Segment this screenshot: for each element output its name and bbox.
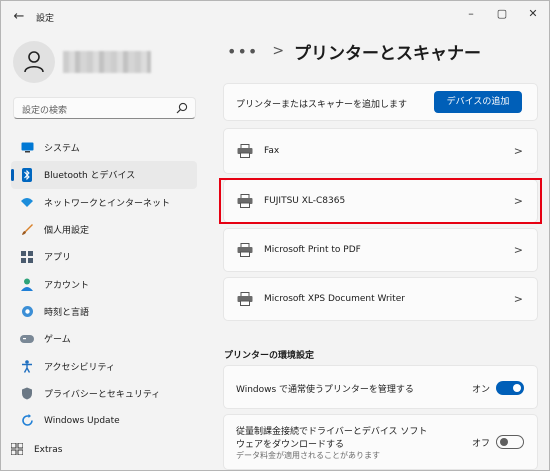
sidebar-item-time-language[interactable]: 時刻と言語 [11,298,197,325]
sidebar-item-bluetooth[interactable]: Bluetooth とデバイス [11,161,197,189]
maximize-icon[interactable]: ▢ [487,5,517,23]
add-printer-card: プリンターまたはスキャナーを追加します デバイスの追加 [223,83,538,121]
time-language-icon [20,304,34,318]
sidebar-item-label: 時刻と言語 [44,307,90,318]
printer-icon [237,144,253,158]
page-title: プリンターとスキャナー [294,43,482,64]
sidebar-item-privacy[interactable]: プライバシーとセキュリティ [11,380,197,407]
search-icon [176,102,188,114]
sidebar-item-accounts[interactable]: アカウント [11,270,197,297]
setting-default-printer: Windows で通常使うプリンターを管理する オン [223,365,538,409]
sidebar-item-label: システム [44,144,80,155]
printer-item-print-to-pdf[interactable]: Microsoft Print to PDF > [223,228,538,272]
sidebar-item-windows-update[interactable]: Windows Update [11,407,197,434]
gaming-icon [20,332,34,346]
chevron-right-icon: > [513,292,523,306]
sidebar-nav: システム Bluetooth とデバイス ネットワークとインターネット 個人用設… [11,134,197,434]
back-arrow-icon[interactable]: ← [11,9,27,25]
person-icon [24,51,44,73]
setting-description: データ料金が適用されることがあります [236,451,380,460]
sidebar-item-label: Extras [34,445,63,455]
system-icon [20,141,34,155]
selection-highlight [219,178,542,224]
title-bar: ← 設定 – ▢ ✕ [1,1,549,33]
sidebar-item-extras[interactable]: Extras [10,439,63,461]
section-title-printer-preferences: プリンターの環境設定 [224,351,315,361]
printer-name: Fax [264,146,280,156]
sidebar-item-label: アプリ [44,253,72,264]
sidebar-item-label: アカウント [44,280,90,291]
setting-label: Windows で通常使うプリンターを管理する [236,385,414,395]
breadcrumb-overflow-button[interactable]: ••• [227,42,258,61]
printer-item-fax[interactable]: Fax > [223,128,538,174]
sidebar-item-label: Windows Update [44,415,120,426]
network-icon [20,195,34,209]
toggle-state-label: オン [472,385,491,395]
user-name-blurred [63,51,151,73]
printer-icon [237,243,253,257]
metered-download-toggle[interactable] [496,435,524,449]
window-title: 設定 [36,14,55,24]
setting-label-line1: 従量制課金接続でドライバーとデバイス ソフト [236,427,428,437]
chevron-right-icon: > [513,144,523,158]
privacy-icon [20,386,34,400]
toggle-state-label: オフ [472,439,491,449]
sidebar-item-network[interactable]: ネットワークとインターネット [11,189,197,216]
chevron-right-icon: > [272,43,285,59]
bluetooth-icon [20,167,34,182]
minimize-icon[interactable]: – [456,5,486,23]
chevron-right-icon: > [513,243,523,257]
sidebar-item-label: Bluetooth とデバイス [44,171,136,182]
personalization-icon [20,223,34,237]
extras-icon [10,442,25,458]
default-printer-toggle[interactable] [496,381,524,395]
accounts-icon [20,277,34,291]
sidebar-item-apps[interactable]: アプリ [11,243,197,270]
search-input[interactable]: 設定の検索 [22,103,67,116]
sidebar-item-gaming[interactable]: ゲーム [11,325,197,352]
printer-name: Microsoft Print to PDF [264,245,361,255]
setting-label-line2: ウェアをダウンロードする [236,440,345,450]
sidebar-item-label: プライバシーとセキュリティ [44,389,161,400]
sidebar-item-label: アクセシビリティ [44,362,116,373]
sidebar-item-accessibility[interactable]: アクセシビリティ [11,352,197,379]
avatar[interactable] [13,41,55,83]
apps-icon [20,250,34,264]
accessibility-icon [20,359,34,373]
printer-name: Microsoft XPS Document Writer [264,294,405,304]
add-printer-label: プリンターまたはスキャナーを追加します [236,100,408,110]
sidebar-item-label: ネットワークとインターネット [44,198,171,209]
add-device-button[interactable]: デバイスの追加 [434,91,522,113]
sidebar-item-label: ゲーム [44,335,71,346]
breadcrumb: ••• > プリンターとスキャナー [227,37,481,65]
sidebar-item-personalization[interactable]: 個人用設定 [11,216,197,243]
setting-metered-download: 従量制課金接続でドライバーとデバイス ソフト ウェアをダウンロードする データ料… [223,414,538,470]
sidebar-item-system[interactable]: システム [11,134,197,161]
printer-item-xps-writer[interactable]: Microsoft XPS Document Writer > [223,277,538,321]
sidebar-item-label: 個人用設定 [44,226,90,237]
printer-icon [237,292,253,306]
windows-update-icon [20,414,34,428]
close-icon[interactable]: ✕ [518,5,548,23]
search-box[interactable]: 設定の検索 [13,97,196,119]
